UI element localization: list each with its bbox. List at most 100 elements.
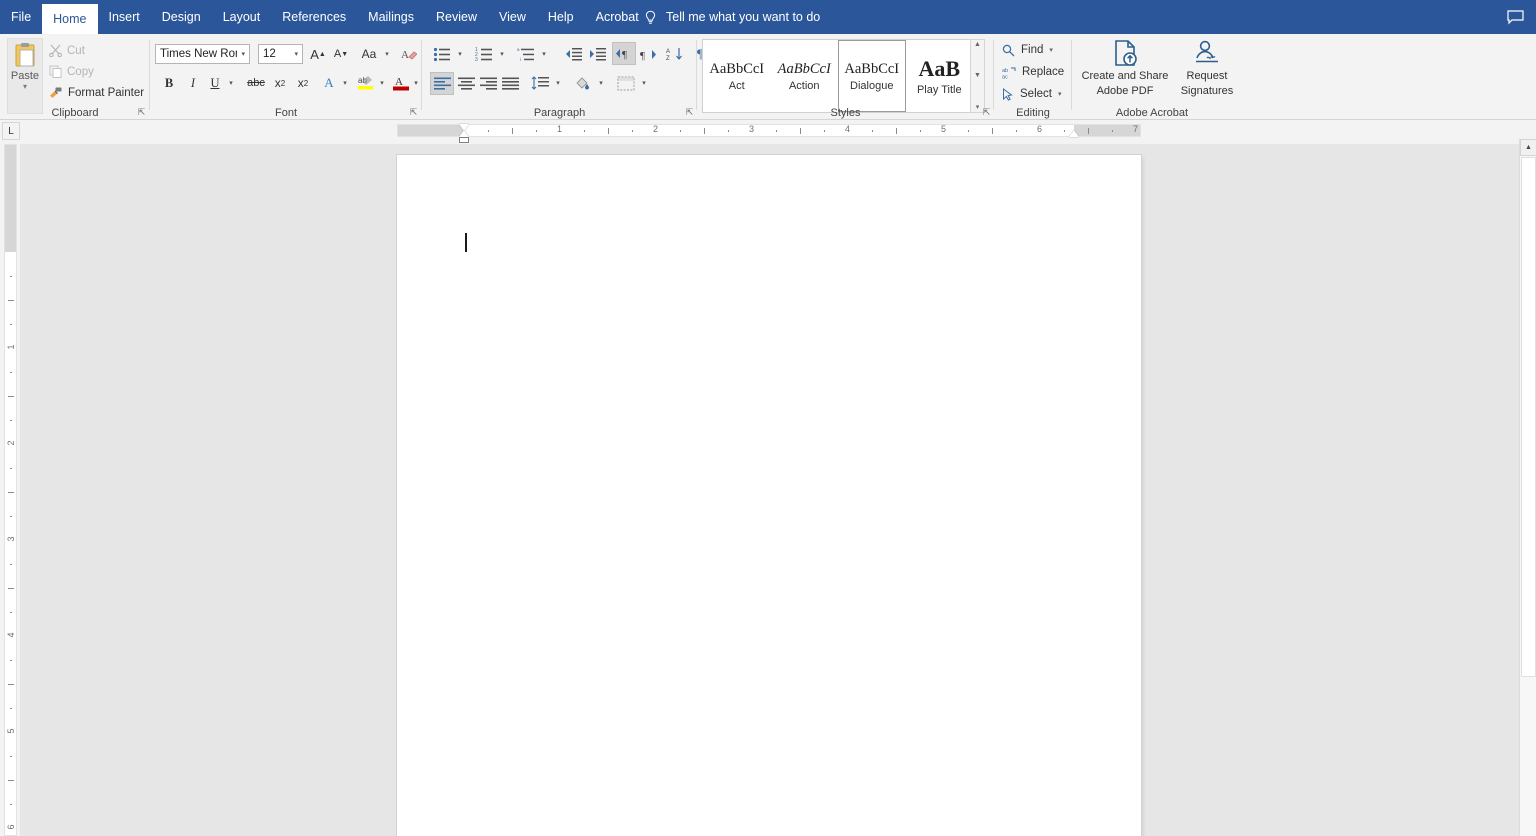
style-item-act[interactable]: AaBbCcI Act (703, 40, 771, 112)
paste-icon (15, 43, 35, 67)
sort-button[interactable]: A Z (663, 43, 687, 65)
cut-button[interactable]: Cut (46, 42, 88, 59)
vruler-tick (10, 420, 12, 421)
chevron-down-icon[interactable]: ▾ (639, 72, 649, 94)
font-name-combo[interactable]: Times New Roma ▾ (155, 44, 250, 64)
italic-button[interactable]: I (182, 72, 204, 94)
chevron-down-icon[interactable]: ▾ (377, 72, 387, 94)
bold-button[interactable]: B (158, 72, 180, 94)
font-color-button[interactable]: A (390, 72, 412, 94)
ribbon-tab-acrobat[interactable]: Acrobat (585, 0, 650, 34)
tab-stop-selector[interactable]: L (2, 122, 20, 140)
chevron-down-icon[interactable]: ▾ (382, 43, 392, 65)
font-dialog-launcher[interactable]: ⇱ (408, 107, 419, 118)
replace-button[interactable]: ab ac Replace (1002, 62, 1064, 82)
chevron-down-icon[interactable]: ▾ (237, 50, 249, 58)
chevron-down-icon[interactable]: ▾ (226, 72, 236, 94)
style-item-play-title[interactable]: AaB Play Title (906, 40, 974, 112)
ribbon-tab-review[interactable]: Review (425, 0, 488, 34)
vertical-ruler[interactable]: 1 2 3 4 5 6 (4, 144, 17, 836)
style-preview: AaBbCcI (777, 60, 831, 77)
chevron-down-icon[interactable]: ▾ (411, 72, 421, 94)
align-left-button[interactable] (430, 72, 454, 95)
bullets-button[interactable] (430, 43, 454, 65)
right-to-left-button[interactable]: ¶ (636, 43, 660, 65)
create-share-pdf-line1: Create and Share (1081, 70, 1169, 82)
text-effects-button[interactable]: A (318, 72, 340, 94)
ribbon-tab-design[interactable]: Design (151, 0, 212, 34)
chevron-down-icon[interactable]: ▾ (553, 72, 563, 94)
hanging-indent-marker[interactable] (459, 130, 469, 137)
scroll-up-button[interactable]: ▲ (1520, 139, 1536, 156)
highlight-button[interactable]: ab (355, 72, 377, 94)
change-case-button[interactable]: Aa (356, 43, 382, 65)
ribbon-tab-mailings[interactable]: Mailings (357, 0, 425, 34)
find-button[interactable]: Find ▾ (1002, 40, 1053, 60)
chevron-down-icon[interactable]: ▾ (1058, 90, 1062, 98)
increase-indent-button[interactable] (585, 43, 609, 65)
style-item-dialogue[interactable]: AaBbCcI Dialogue (838, 40, 906, 112)
line-spacing-button[interactable] (528, 72, 552, 94)
tell-me-box[interactable]: Tell me what you want to do (644, 0, 820, 34)
document-page[interactable] (397, 155, 1141, 836)
comment-icon[interactable] (1502, 6, 1528, 28)
scroll-thumb[interactable] (1521, 157, 1536, 677)
align-right-button[interactable] (476, 72, 500, 94)
style-item-action[interactable]: AaBbCcI Action (771, 40, 839, 112)
align-center-button[interactable] (454, 72, 478, 94)
underline-button[interactable]: U (204, 72, 226, 94)
chevron-down-icon[interactable]: ▾ (340, 72, 350, 94)
chevron-down-icon[interactable]: ▾ (596, 72, 606, 94)
ribbon-tab-references[interactable]: References (271, 0, 357, 34)
styles-dialog-launcher[interactable]: ⇱ (981, 107, 992, 118)
create-share-pdf-button[interactable]: Create and Share Adobe PDF (1080, 38, 1170, 98)
paste-button[interactable]: Paste ▾ (7, 38, 43, 114)
format-painter-button[interactable]: Format Painter (46, 84, 147, 101)
ribbon-tab-file[interactable]: File (0, 0, 42, 34)
styles-scroll-down-icon[interactable]: ▼ (974, 72, 981, 79)
numbering-button[interactable]: 1 2 3 (472, 43, 496, 65)
copy-button[interactable]: Copy (46, 63, 97, 80)
superscript-button[interactable]: x2 (292, 72, 314, 94)
shading-button[interactable] (571, 72, 595, 94)
ruler-tick (968, 130, 969, 132)
left-to-right-button[interactable]: ¶ (612, 42, 636, 65)
multilevel-list-button[interactable]: a i (514, 43, 538, 65)
chevron-down-icon[interactable]: ▾ (497, 43, 507, 65)
paragraph-dialog-launcher[interactable]: ⇱ (684, 107, 695, 118)
clear-formatting-button[interactable]: A (398, 43, 420, 65)
styles-scroll[interactable]: ▲ ▼ ▾ (970, 39, 985, 113)
chevron-down-icon[interactable]: ▾ (290, 50, 302, 58)
justify-button[interactable] (498, 72, 522, 94)
request-signatures-button[interactable]: Request Signatures (1176, 38, 1238, 98)
borders-button[interactable] (614, 72, 638, 94)
select-button[interactable]: Select ▾ (1002, 84, 1061, 104)
shrink-font-button[interactable]: A ▼ (330, 43, 352, 65)
ribbon-tab-insert[interactable]: Insert (98, 0, 151, 34)
grow-font-button[interactable]: A ▲ (307, 43, 329, 65)
vertical-scrollbar[interactable]: ▲ (1519, 139, 1536, 836)
chevron-down-icon[interactable]: ▾ (1049, 46, 1053, 54)
chevron-down-icon[interactable]: ▾ (455, 43, 465, 65)
ribbon-tab-help[interactable]: Help (537, 0, 585, 34)
vruler-tick (8, 684, 14, 685)
ribbon-tab-home[interactable]: Home (42, 4, 98, 34)
right-indent-marker[interactable] (1069, 130, 1079, 137)
chevron-down-icon[interactable]: ▾ (539, 43, 549, 65)
font-size-combo[interactable]: 12 ▾ (258, 44, 303, 64)
clipboard-dialog-launcher[interactable]: ⇱ (136, 107, 147, 118)
left-indent-marker[interactable] (459, 137, 469, 143)
decrease-indent-button[interactable] (561, 43, 585, 65)
chevron-down-icon[interactable]: ▾ (23, 83, 27, 91)
horizontal-ruler[interactable]: 1 2 3 4 5 6 7 (397, 124, 1141, 143)
ribbon-tab-layout[interactable]: Layout (212, 0, 272, 34)
subscript-button[interactable]: x2 (269, 72, 291, 94)
svg-text:A: A (401, 49, 409, 61)
bold-label: B (164, 75, 174, 90)
strikethrough-button[interactable]: abc (244, 72, 268, 94)
ribbon-tabs: File Home Insert Design Layout References Mail… (0, 0, 650, 34)
styles-scroll-up-icon[interactable]: ▲ (974, 41, 981, 48)
document-canvas[interactable] (20, 144, 1516, 836)
ribbon-tab-view[interactable]: View (488, 0, 537, 34)
underline-label: U (210, 75, 220, 90)
